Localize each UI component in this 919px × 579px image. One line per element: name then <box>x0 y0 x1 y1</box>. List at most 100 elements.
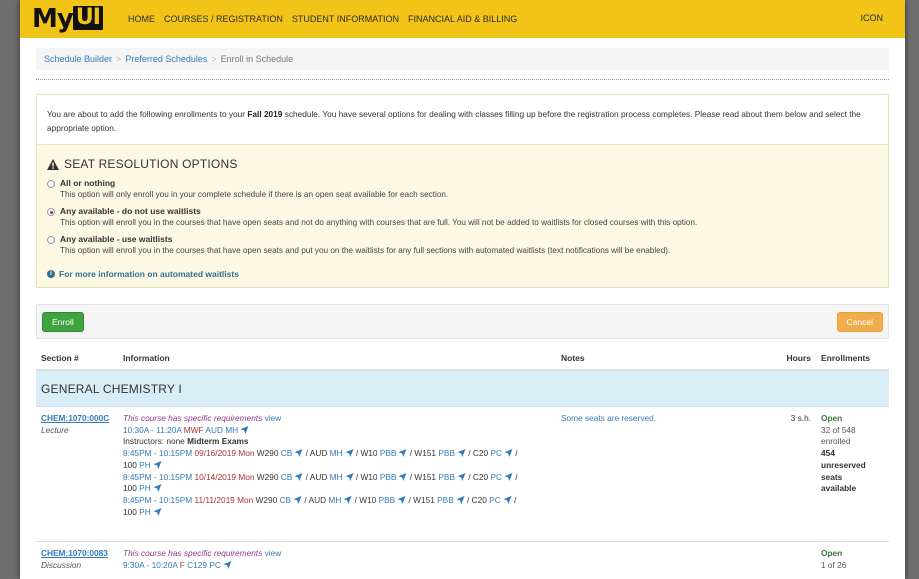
location-arrow-icon[interactable] <box>293 495 302 504</box>
location-arrow-icon[interactable] <box>223 560 232 569</box>
location-arrow-icon[interactable] <box>456 495 465 504</box>
myui-logo[interactable]: My UI <box>32 0 120 38</box>
table-row: CHEM:1070:0083 Discussion This course ha… <box>36 542 889 579</box>
breadcrumb-separator: > <box>211 54 217 64</box>
building-link[interactable]: MH <box>330 448 343 458</box>
option-all-or-nothing[interactable]: All or nothing This option will only enr… <box>47 178 878 199</box>
location-arrow-icon[interactable] <box>398 472 407 481</box>
nav-icon-link[interactable]: ICON <box>861 13 884 23</box>
option-any-available-use-waitlist[interactable]: Any available - use waitlists This optio… <box>47 234 878 255</box>
meeting-time: 10:30A - 11:20A <box>123 424 182 435</box>
building-link[interactable]: MH <box>328 495 341 505</box>
meeting-days: F <box>179 559 185 570</box>
location-arrow-icon[interactable] <box>294 449 303 458</box>
building-link[interactable]: PH <box>139 507 151 517</box>
location-arrow-icon[interactable] <box>153 507 162 516</box>
section-notes: Some seats are reserved. <box>561 413 656 423</box>
option-label: Any available - do not use waitlists <box>60 206 201 216</box>
building-link[interactable]: PH <box>139 460 151 470</box>
nav-student-information[interactable]: STUDENT INFORMATION <box>292 14 399 24</box>
building-link[interactable]: CB <box>280 495 292 505</box>
building-link[interactable]: PC <box>489 495 501 505</box>
meeting-room: C129 <box>187 559 207 570</box>
building-link[interactable]: MH <box>330 472 343 482</box>
building-link[interactable]: PBB <box>379 495 396 505</box>
building-link[interactable]: PBB <box>380 472 397 482</box>
breadcrumb-current: Enroll in Schedule <box>220 54 294 64</box>
info-icon: i <box>47 270 55 278</box>
waitlist-info: i For more information on automated wait… <box>47 269 878 279</box>
building-link[interactable]: PC <box>209 560 221 570</box>
exam-line: 8:45PM - 10:15PM 11/11/2019 Mon W290 CB … <box>123 494 517 505</box>
requirements-view-link[interactable]: view <box>265 413 282 423</box>
option-description: This option will enroll you in the cours… <box>60 218 698 227</box>
seat-resolution-title: SEAT RESOLUTION OPTIONS <box>47 157 878 171</box>
location-arrow-icon[interactable] <box>457 472 466 481</box>
building-link[interactable]: PC <box>490 472 502 482</box>
option-label: Any available - use waitlists <box>60 234 173 244</box>
location-arrow-icon[interactable] <box>153 460 162 469</box>
requirements-note: This course has specific requirements <box>123 413 263 423</box>
building-link[interactable]: MH <box>225 425 238 435</box>
col-information: Information <box>123 353 170 363</box>
location-arrow-icon[interactable] <box>345 449 354 458</box>
exam-line: 8:45PM - 10:15PM 10/14/2019 Mon W290 CB … <box>123 471 518 482</box>
nav-courses-registration[interactable]: COURSES / REGISTRATION <box>164 14 283 24</box>
term-name: Fall 2019 <box>247 109 283 119</box>
option-description: This option will enroll you in the cours… <box>60 246 671 255</box>
nav-home[interactable]: HOME <box>128 14 155 24</box>
enrollment-count: 1 of 26 <box>821 559 847 570</box>
location-arrow-icon[interactable] <box>398 449 407 458</box>
section-link[interactable]: CHEM:1070:0083 <box>41 548 123 560</box>
col-section: Section # <box>41 353 79 363</box>
col-notes: Notes <box>561 353 585 363</box>
building-link[interactable]: PH <box>139 483 151 493</box>
section-link[interactable]: CHEM:1070:000C <box>41 413 123 425</box>
top-nav-bar: My UI HOME COURSES / REGISTRATION STUDENT… <box>20 0 905 38</box>
exam-line: 8:45PM - 10:15PM 09/16/2019 Mon W290 CB … <box>123 448 518 459</box>
radio-all-or-nothing[interactable] <box>47 180 55 188</box>
breadcrumb-separator: > <box>116 54 122 64</box>
radio-any-available-no-waitlist[interactable] <box>47 208 55 216</box>
location-arrow-icon[interactable] <box>240 425 249 434</box>
building-link[interactable]: PBB <box>438 448 455 458</box>
meeting-time: 9:30A - 10:20A <box>123 559 178 570</box>
option-any-available-no-waitlist[interactable]: Any available - do not use waitlists Thi… <box>47 206 878 227</box>
waitlist-info-link[interactable]: For more information on automated waitli… <box>59 269 239 279</box>
location-arrow-icon[interactable] <box>504 472 513 481</box>
page-frame: My UI HOME COURSES / REGISTRATION STUDENT… <box>20 0 905 579</box>
building-link[interactable]: CB <box>281 472 293 482</box>
section-type: Lecture <box>41 424 69 435</box>
breadcrumb-preferred-schedules[interactable]: Preferred Schedules <box>125 54 207 64</box>
enroll-button[interactable]: Enroll <box>42 312 84 332</box>
location-arrow-icon[interactable] <box>503 495 512 504</box>
action-bar: Enroll Cancel <box>36 304 889 339</box>
enrollment-table: Section # Information Notes Hours Enroll… <box>36 347 889 579</box>
breadcrumb-schedule-builder[interactable]: Schedule Builder <box>44 54 112 64</box>
section-hours: 3 s.h. <box>790 413 811 423</box>
enrollment-count: 32 of 548 <box>821 424 856 435</box>
location-arrow-icon[interactable] <box>345 472 354 481</box>
seat-resolution-section: SEAT RESOLUTION OPTIONS All or nothing T… <box>37 145 888 287</box>
requirements-view-link[interactable]: view <box>265 548 282 558</box>
building-link[interactable]: PBB <box>438 472 455 482</box>
location-arrow-icon[interactable] <box>504 449 513 458</box>
main-nav: HOME COURSES / REGISTRATION STUDENT INFO… <box>128 14 517 24</box>
section-type: Discussion <box>41 559 82 570</box>
radio-any-available-use-waitlist[interactable] <box>47 236 55 244</box>
midterm-label: Midterm Exams <box>187 436 249 447</box>
requirements-note: This course has specific requirements <box>123 548 263 558</box>
location-arrow-icon[interactable] <box>153 484 162 493</box>
location-arrow-icon[interactable] <box>343 495 352 504</box>
cancel-button[interactable]: Cancel <box>836 312 883 332</box>
instructors: Instructors: none <box>123 436 185 447</box>
location-arrow-icon[interactable] <box>294 472 303 481</box>
building-link[interactable]: PBB <box>380 448 397 458</box>
location-arrow-icon[interactable] <box>397 495 406 504</box>
building-link[interactable]: CB <box>281 448 293 458</box>
building-link[interactable]: PBB <box>437 495 454 505</box>
table-header: Section # Information Notes Hours Enroll… <box>36 347 889 371</box>
nav-financial-aid-billing[interactable]: FINANCIAL AID & BILLING <box>408 14 517 24</box>
location-arrow-icon[interactable] <box>457 449 466 458</box>
building-link[interactable]: PC <box>490 448 502 458</box>
